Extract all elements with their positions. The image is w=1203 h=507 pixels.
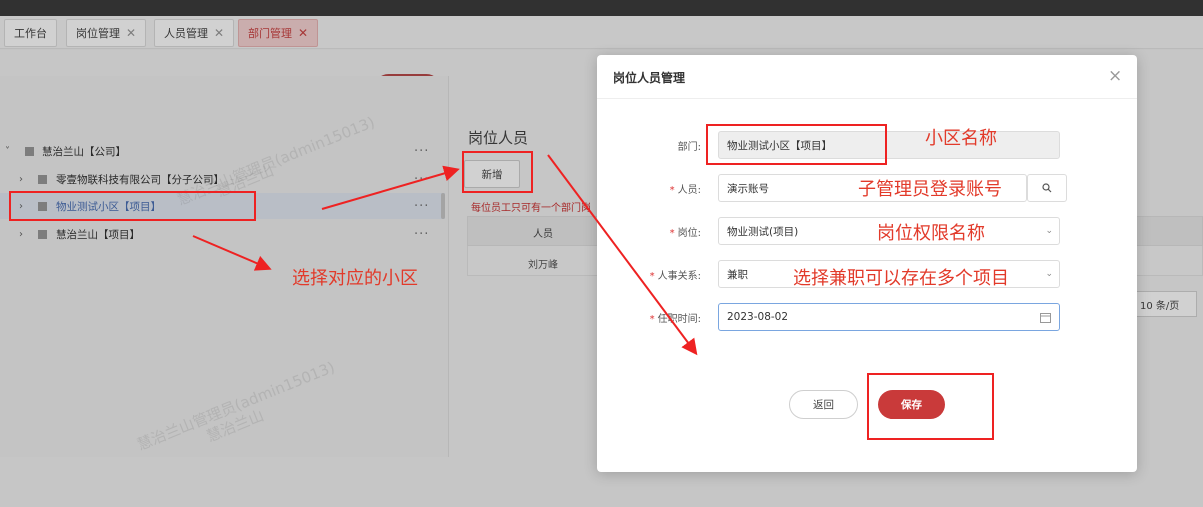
date-picker[interactable]: 2023-08-02: [718, 303, 1060, 331]
date-value: 2023-08-02: [727, 311, 789, 323]
person-label: * 人员:: [669, 185, 701, 196]
dialog-title: 岗位人员管理: [613, 71, 686, 85]
search-icon: [1042, 183, 1052, 193]
highlight-box-department: [706, 124, 887, 165]
dialog-divider: [597, 98, 1137, 99]
post-value: 物业测试(项目): [727, 225, 799, 238]
person-search-button[interactable]: [1027, 174, 1067, 202]
highlight-box-save: [867, 373, 994, 440]
relation-label: * 人事关系:: [649, 271, 701, 282]
post-label: * 岗位:: [669, 228, 701, 239]
annotation-sub-admin-account: 子管理员登录账号: [858, 179, 1002, 200]
department-label: 部门:: [677, 142, 701, 153]
annotation-post-permission: 岗位权限名称: [877, 223, 985, 244]
close-icon[interactable]: ×: [1108, 66, 1122, 86]
annotation-select-community: 选择对应的小区: [292, 268, 418, 289]
back-button[interactable]: 返回: [789, 390, 858, 419]
person-value: 演示账号: [727, 182, 769, 195]
annotation-part-time-note: 选择兼职可以存在多个项目: [793, 268, 1009, 289]
chevron-down-icon: ⌄: [1045, 269, 1053, 279]
calendar-icon: [1040, 312, 1051, 323]
date-label: * 任职时间:: [649, 314, 701, 325]
relation-value: 兼职: [727, 268, 748, 281]
highlight-box-add: [462, 151, 533, 193]
highlight-box-community: [9, 191, 256, 221]
annotation-community-name: 小区名称: [925, 128, 997, 149]
chevron-down-icon: ⌄: [1045, 226, 1053, 236]
